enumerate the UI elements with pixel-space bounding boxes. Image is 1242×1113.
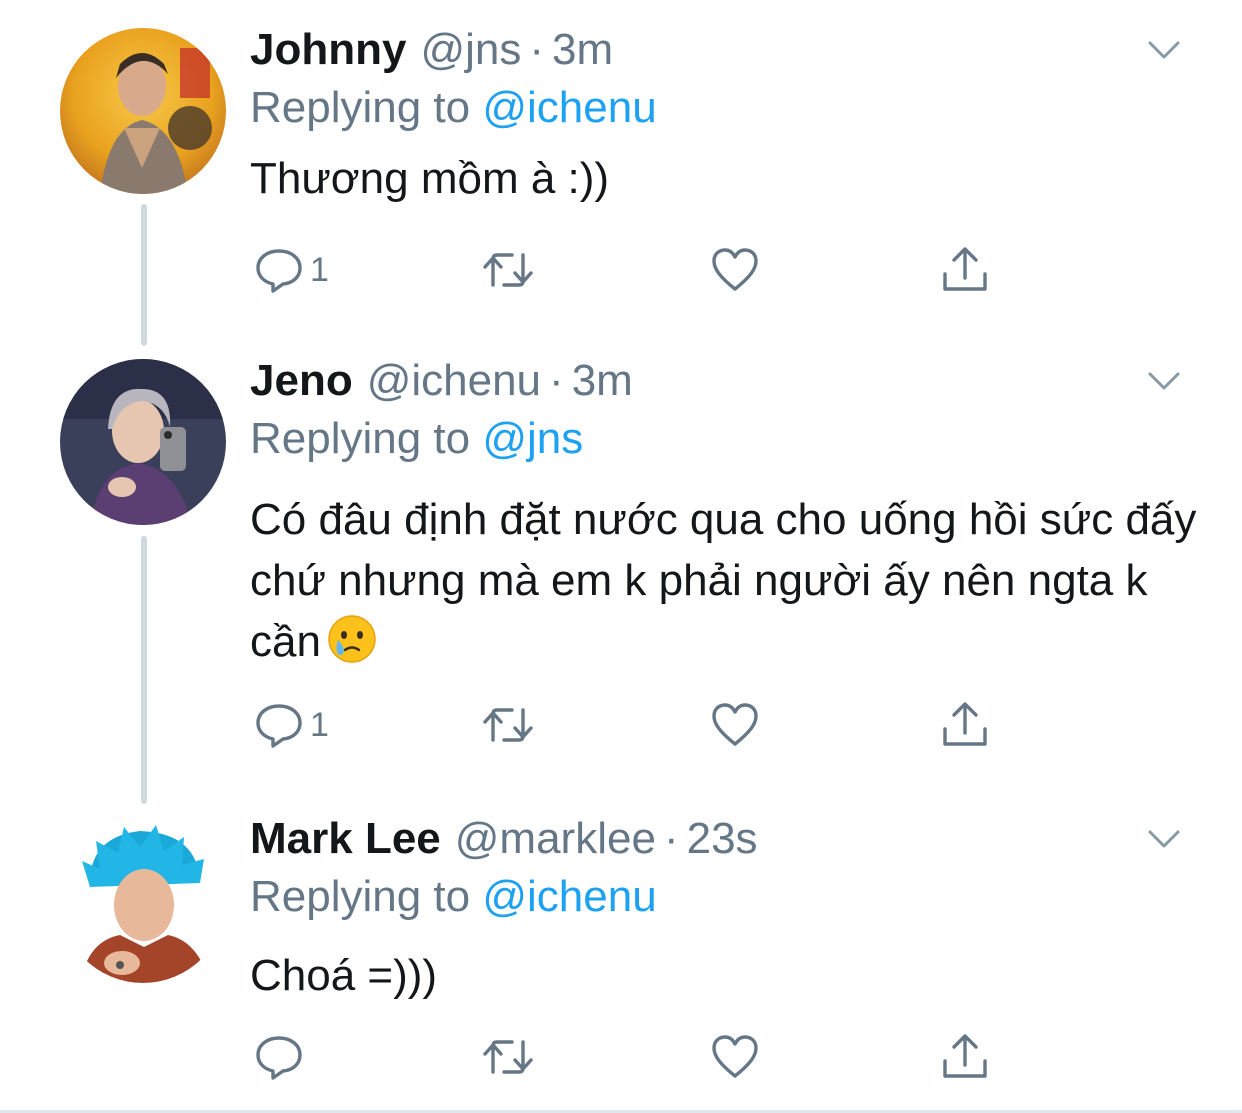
display-name[interactable]: Mark Lee — [250, 809, 441, 869]
timestamp[interactable]: 3m — [552, 20, 613, 80]
speech-bubble-icon — [254, 245, 304, 295]
tweet-header: Jeno @ichenu · 3m — [250, 351, 633, 411]
replying-to: Replying to @jns — [250, 409, 583, 469]
chevron-down-icon[interactable] — [1144, 361, 1184, 401]
separator-dot: · — [529, 25, 545, 74]
retweet-button[interactable] — [480, 242, 536, 298]
display-name[interactable]: Jeno — [250, 351, 353, 411]
heart-icon — [710, 700, 760, 750]
tweet-text: Choá =))) — [250, 951, 438, 1000]
share-button[interactable] — [940, 1029, 990, 1085]
retweet-button[interactable] — [480, 697, 536, 753]
tweet-actions — [250, 1029, 1010, 1085]
user-handle[interactable]: @marklee — [455, 809, 656, 869]
tweet-text-content: Có đâu định đặt nước qua cho uống hồi sứ… — [250, 495, 1197, 666]
speech-bubble-icon — [254, 1032, 304, 1082]
tweet-header: Johnny @jns · 3m — [250, 20, 613, 80]
like-button[interactable] — [710, 697, 760, 753]
replying-prefix: Replying to — [250, 83, 483, 132]
face-holding-back-tears-emoji — [327, 614, 377, 664]
replying-prefix: Replying to — [250, 414, 483, 463]
mention-link[interactable]: @jns — [482, 414, 583, 463]
mention-link[interactable]: @ichenu — [482, 83, 656, 132]
chevron-down-icon[interactable] — [1144, 30, 1184, 70]
replying-prefix: Replying to — [250, 872, 483, 921]
retweet-icon — [480, 1032, 536, 1082]
replying-to: Replying to @ichenu — [250, 78, 657, 138]
tweet[interactable]: Jeno @ichenu · 3m Replying to @jns Có đâ… — [0, 351, 1242, 781]
user-handle[interactable]: @jns — [420, 20, 521, 80]
reply-button[interactable]: 1 — [254, 242, 329, 298]
display-name[interactable]: Johnny — [250, 20, 406, 80]
like-button[interactable] — [710, 1029, 760, 1085]
share-icon — [940, 1032, 990, 1082]
heart-icon — [710, 245, 760, 295]
tweet-actions: 1 — [250, 697, 1010, 753]
share-button[interactable] — [940, 242, 990, 298]
reply-button[interactable] — [254, 1029, 310, 1085]
retweet-button[interactable] — [480, 1029, 536, 1085]
reply-count: 1 — [310, 251, 329, 289]
retweet-icon — [480, 700, 536, 750]
reply-button[interactable]: 1 — [254, 697, 329, 753]
share-icon — [940, 245, 990, 295]
separator-dot: · — [663, 814, 679, 863]
tweet-text: Có đâu định đặt nước qua cho uống hồi sứ… — [250, 489, 1210, 672]
mention-link[interactable]: @ichenu — [482, 872, 656, 921]
like-button[interactable] — [710, 242, 760, 298]
separator-dot: · — [549, 356, 564, 405]
reply-count: 1 — [310, 706, 329, 744]
tweet[interactable]: Mark Lee @marklee · 23s Replying to @ich… — [0, 809, 1242, 1109]
user-handle[interactable]: @ichenu — [367, 351, 541, 411]
timestamp[interactable]: 23s — [687, 809, 758, 869]
chevron-down-icon[interactable] — [1144, 819, 1184, 859]
timestamp[interactable]: 3m — [572, 351, 633, 411]
tweet[interactable]: Johnny @jns · 3m Replying to @ichenu Thư… — [0, 20, 1242, 320]
replying-to: Replying to @ichenu — [250, 867, 657, 927]
tweet-header: Mark Lee @marklee · 23s — [250, 809, 758, 869]
share-icon — [940, 700, 990, 750]
share-button[interactable] — [940, 697, 990, 753]
avatar[interactable] — [60, 28, 226, 194]
avatar[interactable] — [60, 817, 226, 983]
tweet-actions: 1 — [250, 242, 1010, 298]
retweet-icon — [480, 245, 536, 295]
tweet-text: Thương mồm à :)) — [250, 154, 610, 203]
heart-icon — [710, 1032, 760, 1082]
avatar[interactable] — [60, 359, 226, 525]
speech-bubble-icon — [254, 700, 304, 750]
